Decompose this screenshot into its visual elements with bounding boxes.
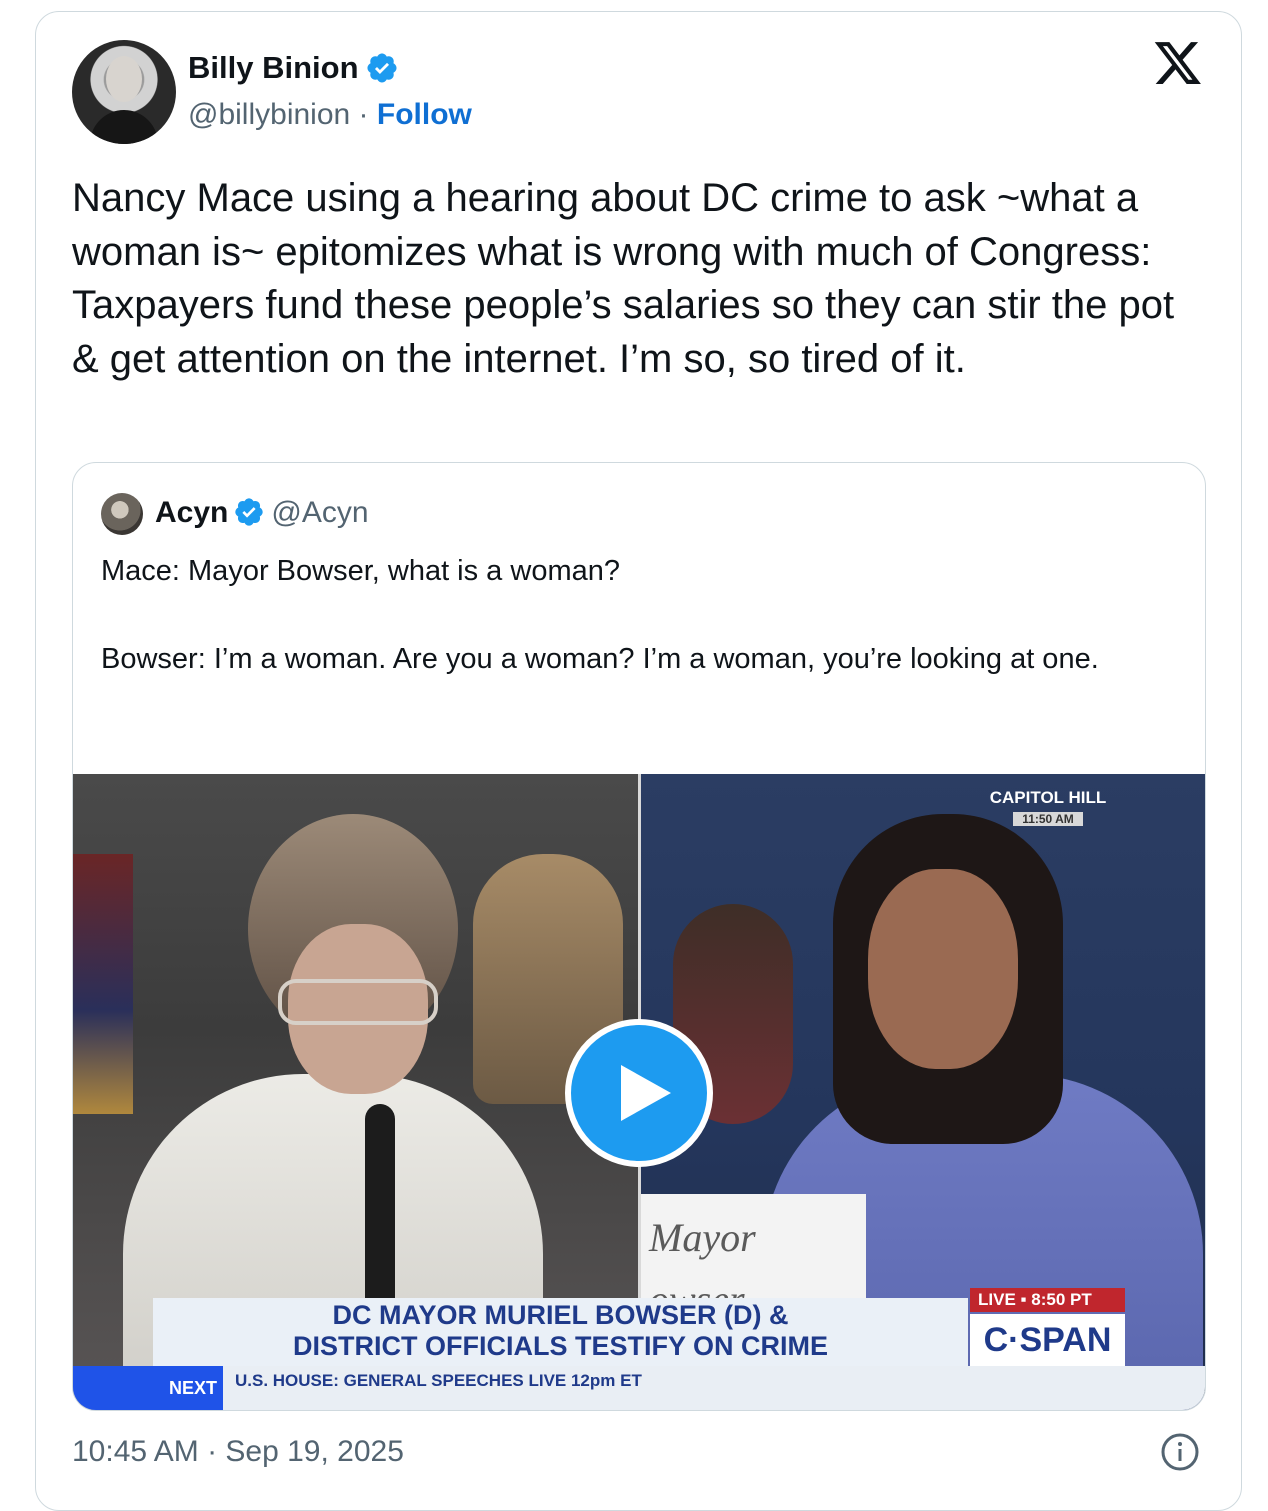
author-handle-row: @billybinion · Follow [188,97,472,133]
verified-badge-icon [366,53,397,83]
ticker-next-label: NEXT [73,1366,223,1410]
video-player[interactable]: Mayor owser CAPITOL HILL 11:50 AM DC MAY… [73,774,1205,1410]
tweet-text: Nancy Mace using a hearing about DC crim… [72,176,1175,381]
x-logo-icon[interactable] [1153,42,1203,88]
ticker-bar: NEXT U.S. HOUSE: GENERAL SPEECHES LIVE 1… [73,1366,1205,1410]
quoted-text: Mace: Mayor Bowser, what is a woman? Bow… [101,555,1099,675]
network-logo: C·SPAN [970,1314,1125,1366]
lower-third-panel: DC MAYOR MURIEL BOWSER (D) & DISTRICT OF… [153,1298,968,1366]
bug-time: 11:50 AM [1013,812,1083,826]
quoted-tweet[interactable]: Acyn @Acyn Mace: Mayor Bowser, what is a … [72,462,1206,1411]
play-button[interactable] [565,1019,713,1167]
tweet-timestamp[interactable]: 10:45 AM · Sep 19, 2025 [72,1432,404,1472]
author-name-row[interactable]: Billy Binion [188,50,399,86]
nameplate-line1: Mayor [649,1215,756,1260]
avatar-face [106,56,142,102]
quoted-author-handle[interactable]: @Acyn [271,496,368,529]
author-avatar[interactable] [72,40,176,144]
follow-button[interactable]: Follow [377,98,472,131]
network-bug: CAPITOL HILL 11:50 AM [973,788,1123,826]
lower-third-text: DC MAYOR MURIEL BOWSER (D) & DISTRICT OF… [292,1300,828,1361]
verified-badge-icon [235,498,264,526]
witness-face [868,869,1018,1069]
ticker-text: U.S. HOUSE: GENERAL SPEECHES LIVE 12pm E… [235,1371,642,1390]
quoted-author-row: Acyn @Acyn [155,495,369,531]
quoted-avatar[interactable] [101,493,143,535]
speaker-glasses [278,979,438,1025]
lower-third: DC MAYOR MURIEL BOWSER (D) & DISTRICT OF… [73,1288,1205,1366]
avatar-shirt [90,110,158,144]
author-name[interactable]: Billy Binion [188,50,359,85]
flag-background [73,854,133,1114]
play-icon [621,1065,671,1121]
handle-separator: · [358,98,369,131]
bug-title: CAPITOL HILL [989,788,1107,807]
quoted-author-name[interactable]: Acyn [155,496,228,529]
info-icon[interactable] [1160,1432,1200,1472]
author-handle[interactable]: @billybinion [188,98,350,131]
live-badge: LIVE ▪ 8:50 PT [970,1288,1125,1312]
